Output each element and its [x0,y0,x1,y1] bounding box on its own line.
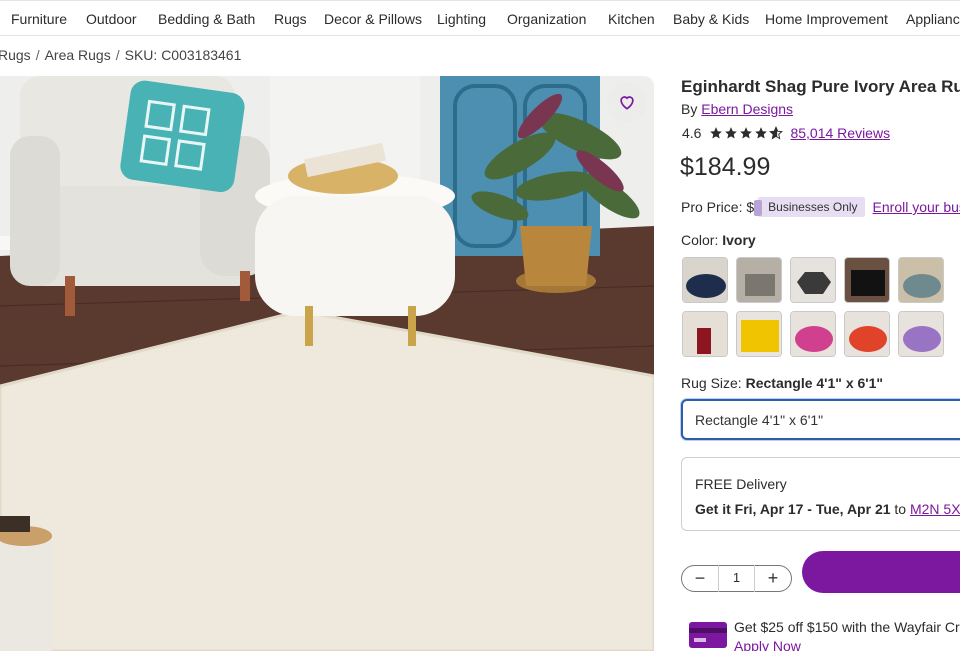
nav-kitchen[interactable]: Kitchen [608,11,655,27]
selected-color: Ivory [722,232,756,248]
nav-furniture[interactable]: Furniture [11,11,67,27]
favorite-button[interactable] [607,82,647,122]
size-label: Rug Size: [681,375,742,391]
category-nav: Furniture Outdoor Bedding & Bath Rugs De… [0,0,960,36]
product-title: Eginhardt Shag Pure Ivory Area Rug [681,77,960,96]
swatch-yellow[interactable] [736,311,782,357]
add-to-cart-button[interactable] [802,551,960,593]
breadcrumb-rugs[interactable]: Rugs [0,47,31,63]
free-delivery-label: FREE Delivery [695,476,787,492]
swatch-image [737,312,781,356]
swatch-grey[interactable] [736,257,782,303]
breadcrumb-area-rugs[interactable]: Area Rugs [45,47,111,63]
swatch-pink[interactable] [790,311,836,357]
by-prefix: By [681,101,698,117]
size-label-row: Rug Size: Rectangle 4'1" x 6'1" [681,375,883,391]
rating-value: 4.6 [682,125,702,141]
pro-price-row: Pro Price: $ Businesses Only Enroll your… [681,197,960,217]
delivery-date-row: Get it Fri, Apr 17 - Tue, Apr 21 to M2N … [695,501,960,517]
breadcrumb: Rugs / Area Rugs / SKU: C003183461 [0,47,246,63]
swatch-image [683,312,727,356]
quantity-value[interactable]: 1 [718,565,755,592]
star-icon [755,127,768,139]
credit-card-offer: Get $25 off $150 with the Wayfair Cred [734,619,960,635]
nav-decor-pillows[interactable]: Decor & Pillows [324,11,422,27]
nav-baby-kids[interactable]: Baby & Kids [673,11,749,27]
swatch-red[interactable] [682,311,728,357]
swatch-orange[interactable] [844,311,890,357]
rating-row: 4.6 85,014 Reviews [682,125,890,141]
heart-icon [620,96,634,110]
enroll-business-link[interactable]: Enroll your busine [873,199,960,215]
nav-appliances[interactable]: Applianc [906,11,960,27]
star-rating [709,126,784,140]
nav-organization[interactable]: Organization [507,11,586,27]
brand-line: By Ebern Designs [681,101,793,117]
price: $184.99 [680,153,771,181]
delivery-box: FREE Delivery Get it Fri, Apr 17 - Tue, … [681,457,960,531]
swatch-slate[interactable] [898,257,944,303]
brand-link[interactable]: Ebern Designs [701,101,793,117]
star-icon [725,127,738,139]
star-icon [740,127,753,139]
swatch-charcoal[interactable] [790,257,836,303]
swatch-image [791,312,835,356]
color-label: Color: [681,232,719,248]
nav-lighting[interactable]: Lighting [437,11,486,27]
credit-card-icon [689,622,727,648]
swatch-image [737,258,781,302]
delivery-date: Get it Fri, Apr 17 - Tue, Apr 21 [695,501,891,517]
nav-home-improvement[interactable]: Home Improvement [765,11,888,27]
swatch-image [899,258,943,302]
swatch-image [683,258,727,302]
product-photo [0,76,654,651]
pro-price-label: Pro Price: [681,199,743,215]
breadcrumb-separator: / [115,47,120,63]
color-label-row: Color: Ivory [681,232,756,248]
breadcrumb-separator: / [35,47,40,63]
apply-now-link[interactable]: Apply Now [734,638,801,651]
rug-size-input[interactable] [681,399,960,440]
nav-outdoor[interactable]: Outdoor [86,11,137,27]
pro-price-value: $ [746,199,755,215]
swatch-lilac[interactable] [898,311,944,357]
swatch-image [899,312,943,356]
quantity-stepper: − 1 + [681,565,792,592]
swatch-navy[interactable] [682,257,728,303]
postal-code-link[interactable]: M2N 5X8 [910,501,960,517]
star-half-icon [769,126,784,140]
businesses-only-badge: Businesses Only [754,197,865,217]
nav-rugs[interactable]: Rugs [274,11,307,27]
selected-size: Rectangle 4'1" x 6'1" [745,375,884,391]
nav-bedding-bath[interactable]: Bedding & Bath [158,11,255,27]
reviews-link[interactable]: 85,014 Reviews [790,125,890,141]
swatch-image [845,312,889,356]
swatch-image [845,258,889,302]
increase-quantity-button[interactable]: + [755,568,791,589]
delivery-to: to [894,501,907,517]
swatch-image [791,258,835,302]
star-icon [710,127,723,139]
swatch-black[interactable] [844,257,890,303]
breadcrumb-sku: SKU: C003183461 [124,47,242,63]
product-image[interactable] [0,76,654,651]
decrease-quantity-button[interactable]: − [682,568,718,589]
